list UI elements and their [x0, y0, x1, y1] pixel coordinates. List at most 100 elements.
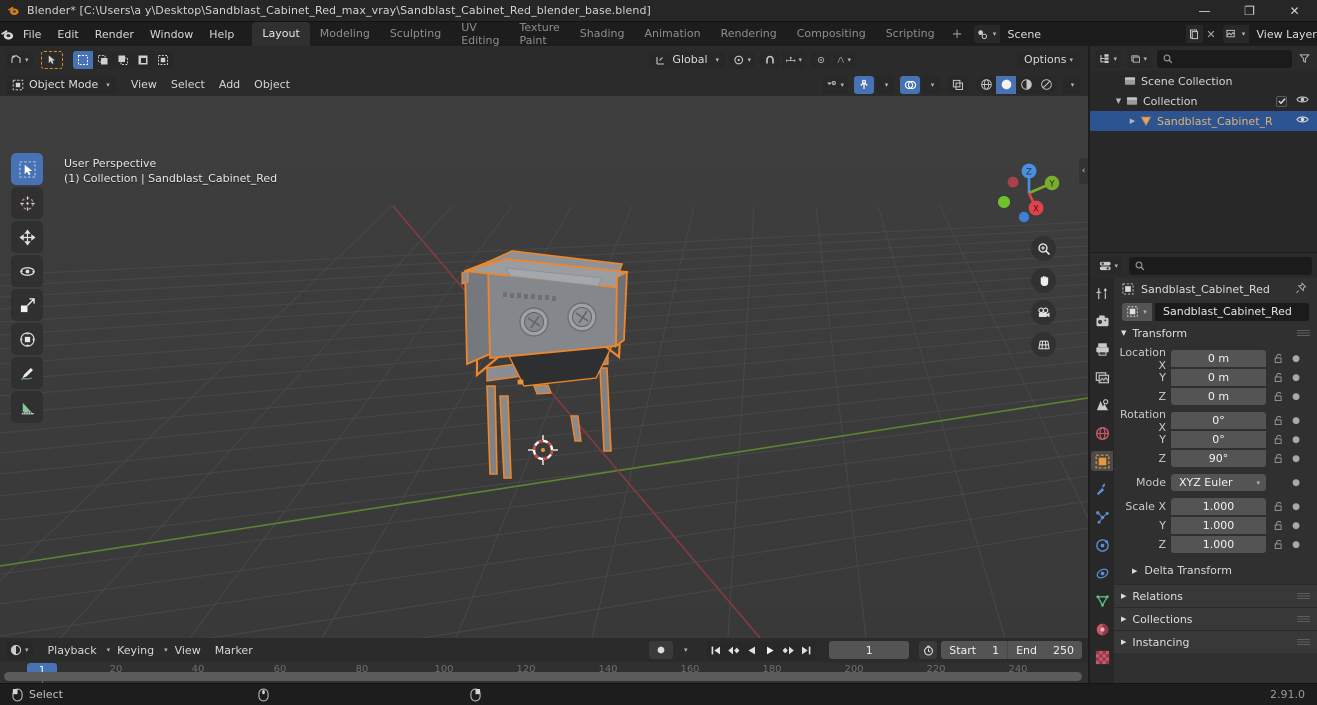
view-layer-name-field[interactable]: View Layer: [1248, 25, 1317, 43]
shading-solid-icon[interactable]: [996, 75, 1016, 94]
animate-property-icon[interactable]: ●: [1290, 478, 1302, 488]
start-frame-field[interactable]: Start 1: [941, 641, 1008, 659]
tweak-select-box-tool[interactable]: [11, 153, 43, 185]
auto-keying-dropdown[interactable]: ▾: [675, 641, 693, 659]
view-layer-tab[interactable]: [1091, 367, 1113, 387]
location-y-field[interactable]: 0 m: [1171, 369, 1266, 386]
animate-property-icon[interactable]: ●: [1290, 540, 1302, 550]
timeline-ruler[interactable]: 20 40 60 80 100 120 140 160 180 200 220 …: [0, 662, 1088, 683]
scale-tool[interactable]: [11, 289, 43, 321]
jump-to-next-keyframe-button[interactable]: [779, 641, 797, 659]
animate-property-icon[interactable]: ●: [1290, 521, 1302, 531]
play-reverse-button[interactable]: [743, 641, 761, 659]
play-button[interactable]: [761, 641, 779, 659]
outliner-display-mode-icon[interactable]: ▾: [1095, 49, 1121, 68]
editor-type-icon[interactable]: ▾: [6, 50, 33, 69]
overlays-icon[interactable]: [900, 75, 920, 94]
select-invert-icon[interactable]: [133, 51, 153, 69]
outliner-id-type-icon[interactable]: ▾: [1127, 49, 1151, 68]
tab-layout[interactable]: Layout: [252, 22, 310, 46]
object-data-tab[interactable]: [1091, 591, 1113, 611]
animate-property-icon[interactable]: ●: [1290, 373, 1302, 383]
lock-icon[interactable]: [1271, 520, 1285, 531]
timeline-menu-view[interactable]: View: [168, 642, 208, 659]
tab-modeling[interactable]: Modeling: [310, 22, 380, 46]
lock-icon[interactable]: [1271, 453, 1285, 464]
lock-icon[interactable]: [1271, 391, 1285, 402]
animate-property-icon[interactable]: ●: [1290, 354, 1302, 364]
use-preview-range-icon[interactable]: [919, 641, 938, 659]
viewport-canvas[interactable]: User Perspective (1) Collection | Sandbl…: [0, 96, 1088, 638]
snap-increment-icon[interactable]: ▾: [782, 50, 807, 69]
navigation-gizmo[interactable]: Z Y X: [992, 156, 1066, 230]
select-subtract-icon[interactable]: [113, 51, 133, 69]
tab-compositing[interactable]: Compositing: [787, 22, 876, 46]
shading-rendered-icon[interactable]: [1036, 76, 1056, 94]
tab-shading[interactable]: Shading: [570, 22, 635, 46]
render-tab[interactable]: [1091, 311, 1113, 331]
viewport-menu-view[interactable]: View: [124, 76, 164, 93]
rotation-x-field[interactable]: 0°: [1171, 412, 1266, 429]
scene-name-field[interactable]: Scene: [999, 25, 1186, 43]
output-tab[interactable]: [1091, 339, 1113, 359]
visibility-eye-icon[interactable]: [1296, 94, 1309, 108]
transform-panel-header[interactable]: ▼ Transform: [1114, 323, 1317, 343]
menu-file[interactable]: File: [15, 25, 49, 44]
location-z-field[interactable]: 0 m: [1171, 388, 1266, 405]
menu-edit[interactable]: Edit: [49, 25, 86, 44]
move-tool[interactable]: [11, 221, 43, 253]
pin-icon[interactable]: [1295, 281, 1307, 297]
scale-z-field[interactable]: 1.000: [1171, 536, 1266, 553]
texture-tab[interactable]: [1091, 647, 1113, 667]
toggle-perspective-icon[interactable]: [1031, 332, 1056, 357]
select-set-icon[interactable]: [72, 50, 93, 69]
jump-to-start-button[interactable]: [707, 641, 725, 659]
transform-orientation-dropdown[interactable]: Global ▾: [649, 50, 726, 69]
viewport-menu-add[interactable]: Add: [212, 76, 247, 93]
tab-scripting[interactable]: Scripting: [876, 22, 945, 46]
viewport-menu-object[interactable]: Object: [247, 76, 297, 93]
timeline-menu-marker[interactable]: Marker: [208, 642, 260, 659]
animate-property-icon[interactable]: ●: [1290, 435, 1302, 445]
measure-tool[interactable]: [11, 391, 43, 423]
tab-uv-editing[interactable]: UV Editing: [451, 21, 509, 47]
falloff-curve-icon[interactable]: ▾: [833, 50, 856, 69]
properties-search-input[interactable]: [1129, 256, 1312, 275]
location-x-field[interactable]: 0 m: [1171, 350, 1266, 367]
properties-editor-icon[interactable]: ▾: [1095, 256, 1122, 275]
rotate-tool[interactable]: [11, 255, 43, 287]
world-tab[interactable]: [1091, 423, 1113, 443]
timeline-menu-keying[interactable]: Keying: [110, 642, 161, 659]
particles-tab[interactable]: [1091, 507, 1113, 527]
minimize-button[interactable]: —: [1182, 0, 1227, 22]
object-mode-dropdown[interactable]: Object Mode ▾: [6, 75, 116, 94]
outliner-row-sandblast-cabinet[interactable]: ▶ Sandblast_Cabinet_R: [1090, 111, 1317, 131]
animate-property-icon[interactable]: ●: [1290, 392, 1302, 402]
blender-menu-icon[interactable]: [0, 22, 15, 46]
current-frame-field[interactable]: 1: [829, 641, 910, 659]
lock-icon[interactable]: [1271, 353, 1285, 364]
delta-transform-subpanel[interactable]: ▶ Delta Transform: [1114, 560, 1317, 581]
rotation-mode-dropdown[interactable]: XYZ Euler ▾: [1171, 474, 1266, 491]
new-scene-icon[interactable]: [1185, 25, 1203, 43]
jump-to-end-button[interactable]: [797, 641, 815, 659]
camera-view-icon[interactable]: [1031, 300, 1056, 325]
tab-animation[interactable]: Animation: [634, 22, 710, 46]
scene-icon[interactable]: ▾: [973, 25, 1000, 43]
shading-wireframe-icon[interactable]: [976, 76, 996, 94]
lock-icon[interactable]: [1271, 434, 1285, 445]
shading-dropdown[interactable]: ▾: [1062, 75, 1080, 94]
remove-scene-button[interactable]: ✕: [1203, 25, 1220, 43]
zoom-icon[interactable]: [1031, 236, 1056, 261]
options-dropdown[interactable]: Options ▾: [1017, 50, 1080, 69]
menu-render[interactable]: Render: [87, 25, 142, 44]
tool-tab[interactable]: [1091, 283, 1113, 303]
modifiers-tab[interactable]: [1091, 479, 1113, 499]
pan-hand-icon[interactable]: [1031, 268, 1056, 293]
rotation-z-field[interactable]: 90°: [1171, 450, 1266, 467]
animate-property-icon[interactable]: ●: [1290, 454, 1302, 464]
magnet-icon[interactable]: [760, 50, 781, 69]
animate-property-icon[interactable]: ●: [1290, 502, 1302, 512]
outliner-row-collection[interactable]: ▼ Collection: [1090, 91, 1317, 111]
add-workspace-button[interactable]: +: [945, 27, 970, 42]
